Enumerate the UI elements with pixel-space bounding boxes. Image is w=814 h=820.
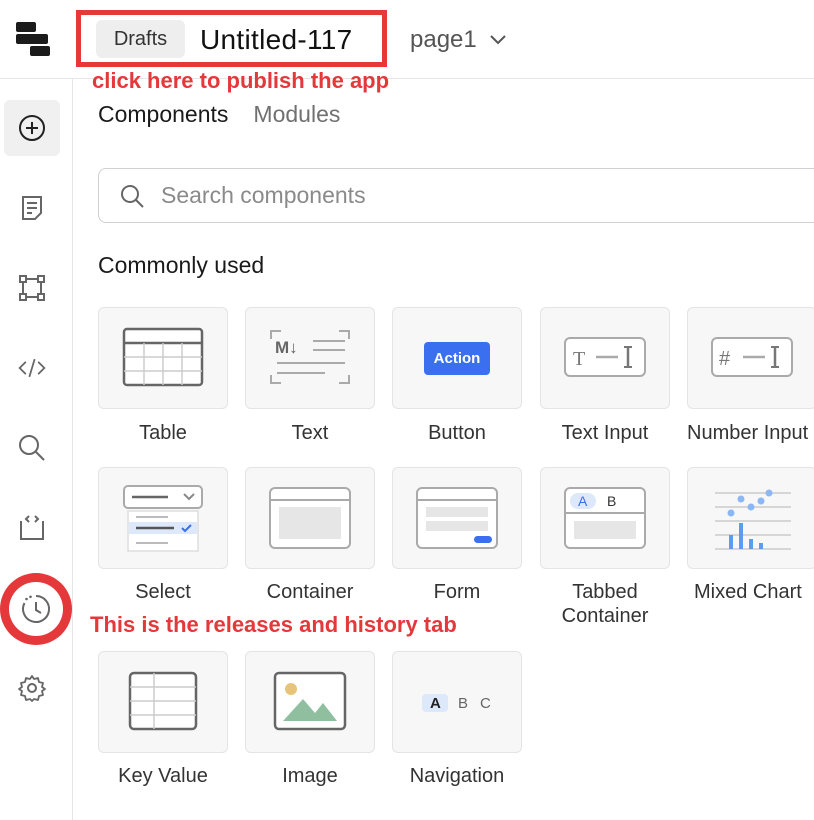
page-name: page1 xyxy=(410,26,477,53)
component-label-select: Select xyxy=(135,581,191,603)
svg-text:#: # xyxy=(719,348,731,370)
component-select[interactable] xyxy=(98,467,228,569)
sidebar-item-documents[interactable] xyxy=(4,180,60,236)
tab-modules[interactable]: Modules xyxy=(253,101,340,128)
tab-components[interactable]: Components xyxy=(98,101,228,128)
component-label-button: Button xyxy=(428,422,486,444)
key-value-icon xyxy=(128,671,198,731)
component-image[interactable] xyxy=(245,651,375,753)
component-label-navigation: Navigation xyxy=(409,765,505,787)
component-tabbed-container[interactable]: A B xyxy=(540,467,670,569)
component-button[interactable]: Action xyxy=(392,307,522,409)
publish-highlight-box xyxy=(76,10,387,67)
search-icon xyxy=(121,184,144,208)
document-icon xyxy=(22,196,42,220)
image-icon xyxy=(273,671,347,731)
svg-text:B: B xyxy=(458,695,468,712)
search-icon xyxy=(19,435,45,461)
component-label-key-value: Key Value xyxy=(118,765,208,787)
page-selector[interactable]: page1 xyxy=(410,26,507,54)
navigation-icon: A B C xyxy=(422,694,491,712)
svg-text:A: A xyxy=(578,493,588,509)
component-number-input[interactable]: # xyxy=(687,307,814,409)
app-logo-icon[interactable] xyxy=(14,20,52,60)
tabbed-container-icon: A B xyxy=(564,487,646,549)
component-container[interactable] xyxy=(245,467,375,569)
section-title: Commonly used xyxy=(98,252,265,278)
svg-text:A: A xyxy=(430,695,441,712)
text-input-icon: T xyxy=(564,337,646,377)
search-components-input[interactable] xyxy=(159,181,763,210)
history-icon-wrap xyxy=(9,582,63,636)
history-annotation: This is the releases and history tab xyxy=(90,612,457,637)
table-icon xyxy=(122,327,204,387)
sidebar-item-releases-history[interactable] xyxy=(0,573,72,645)
component-text[interactable]: M↓ xyxy=(245,307,375,409)
component-label-text: Text xyxy=(291,422,329,444)
code-file-icon xyxy=(20,515,44,540)
tabbed-label-line1: Tabbed xyxy=(572,581,638,603)
sidebar-item-code[interactable] xyxy=(4,340,60,396)
code-icon xyxy=(18,358,46,378)
component-label-tabbed-container: Tabbed Container xyxy=(525,580,685,628)
component-label-text-input: Text Input xyxy=(561,422,649,444)
search-box xyxy=(98,168,814,223)
add-circle-icon xyxy=(19,115,45,141)
component-label-container: Container xyxy=(266,581,354,603)
sidebar-item-add-component[interactable] xyxy=(4,100,60,156)
container-icon xyxy=(269,487,351,549)
component-label-number-input: Number Input xyxy=(687,422,809,444)
svg-text:B: B xyxy=(607,493,616,509)
markdown-text-icon: M↓ xyxy=(270,330,350,384)
component-label-image: Image xyxy=(282,765,338,787)
component-label-mixed-chart: Mixed Chart xyxy=(694,581,802,603)
bounding-box-icon xyxy=(19,275,45,301)
number-input-icon: # xyxy=(711,337,793,377)
history-icon xyxy=(22,595,51,623)
svg-text:M↓: M↓ xyxy=(275,338,298,357)
publish-annotation: click here to publish the app xyxy=(92,68,390,93)
form-icon xyxy=(416,487,498,549)
component-key-value[interactable] xyxy=(98,651,228,753)
component-form[interactable] xyxy=(392,467,522,569)
sidebar-item-settings[interactable] xyxy=(4,660,60,716)
sidebar-item-search[interactable] xyxy=(4,420,60,476)
svg-text:T: T xyxy=(573,348,585,370)
left-sidebar xyxy=(0,79,73,820)
select-icon xyxy=(123,485,203,552)
component-navigation[interactable]: A B C xyxy=(392,651,522,753)
panel-tabs: Components Modules xyxy=(98,101,340,128)
component-mixed-chart[interactable] xyxy=(687,467,814,569)
component-label-form: Form xyxy=(433,581,481,603)
chevron-down-icon xyxy=(490,35,506,45)
component-table[interactable] xyxy=(98,307,228,409)
sidebar-item-frames[interactable] xyxy=(4,260,60,316)
mixed-chart-icon xyxy=(715,489,791,550)
svg-text:C: C xyxy=(480,695,491,712)
button-preview: Action xyxy=(423,341,491,375)
component-text-input[interactable]: T xyxy=(540,307,670,409)
tabbed-label-line2: Container xyxy=(561,605,649,627)
component-label-table: Table xyxy=(139,422,187,444)
sidebar-item-code-files[interactable] xyxy=(4,500,60,556)
gear-icon xyxy=(18,675,46,702)
